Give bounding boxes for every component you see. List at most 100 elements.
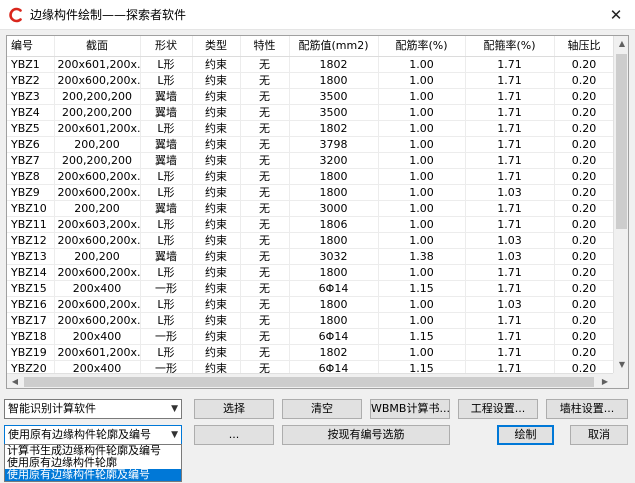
column-header-id[interactable]: 编号 <box>7 36 55 57</box>
cell-type: 约束 <box>192 56 241 73</box>
table-row[interactable]: YBZ15 200x400 一形 约束无 6Φ14 1.15 1.71 0.20 <box>7 280 615 297</box>
cell-axial-ratio: 0.20 <box>554 88 615 105</box>
cell-stirrup-ratio: 1.71 <box>465 72 555 89</box>
chevron-down-icon: ▼ <box>171 430 178 440</box>
cell-section: 200,200,200 <box>54 104 141 121</box>
cell-stirrup-ratio: 1.03 <box>465 184 555 201</box>
cell-id: YBZ13 <box>7 248 55 265</box>
cell-section: 200,200 <box>54 248 141 265</box>
cell-shape: 翼墙 <box>140 152 193 169</box>
table-row[interactable]: YBZ11 200x603,200x... L形 约束无 1806 1.00 1.71 0.2… <box>7 216 615 233</box>
cell-id: YBZ4 <box>7 104 55 121</box>
table-row[interactable]: YBZ14 200x600,200x... L形 约束无 1800 1.00 1.71 0.2… <box>7 264 615 281</box>
cell-shape: 翼墙 <box>140 104 193 121</box>
table-row[interactable]: YBZ2 200x600,200x... L形 约束无 1800 1.00 1.71 0.20 <box>7 72 615 89</box>
cell-stirrup-ratio: 1.71 <box>465 344 555 361</box>
cell-axial-ratio: 0.20 <box>554 168 615 185</box>
table-row[interactable]: YBZ3 200,200,200 翼墙 约束无 3500 1.00 1.71 0.20 <box>7 88 615 105</box>
scroll-left-icon[interactable]: ◀ <box>7 374 23 388</box>
cancel-button[interactable]: 取消 <box>570 425 628 445</box>
recognize-software-combo[interactable]: 智能识别计算软件 ▼ <box>4 399 182 419</box>
select-rebar-by-id-button[interactable]: 按现有编号选筋 <box>282 425 450 445</box>
table-row[interactable]: YBZ6 200,200 翼墙 约束无 3798 1.00 1.71 0.20 <box>7 136 615 153</box>
dropdown-option-selected[interactable]: 使用原有边缘构件轮廓及编号 <box>5 469 181 481</box>
draw-button[interactable]: 绘制 <box>497 425 554 445</box>
cell-shape: L形 <box>140 296 193 313</box>
column-header-type[interactable]: 类型 <box>192 36 241 57</box>
table-row[interactable]: YBZ13 200,200 翼墙 约束无 3032 1.38 1.03 0.20 <box>7 248 615 265</box>
horizontal-scroll-thumb[interactable] <box>24 377 594 387</box>
cell-rebar-ratio: 1.00 <box>378 296 466 313</box>
cell-section: 200x601,200x... <box>54 344 141 361</box>
contour-source-combo[interactable]: 使用原有边缘构件轮廓及编号 ▼ <box>4 425 182 445</box>
cell-id: YBZ8 <box>7 168 55 185</box>
cell-stirrup-ratio: 1.71 <box>465 152 555 169</box>
column-header-rebar-area[interactable]: 配筋值(mm2) <box>289 36 379 57</box>
table-row[interactable]: YBZ18 200x400 一形 约束无 6Φ14 1.15 1.71 0.20 <box>7 328 615 345</box>
table-header-row: 编号 截面 形状 类型 特性 配筋值(mm2) 配筋率(%) 配箍率(%) 轴压… <box>7 36 615 57</box>
cell-rebar-area: 1800 <box>289 312 379 329</box>
select-button[interactable]: 选择 <box>194 399 274 419</box>
table-row[interactable]: YBZ19 200x601,200x... L形 约束无 1802 1.00 1.71 0.2… <box>7 344 615 361</box>
table-row[interactable]: YBZ10 200,200 翼墙 约束无 3000 1.00 1.71 0.20 <box>7 200 615 217</box>
table-row[interactable]: YBZ5 200x601,200x... L形 约束无 1802 1.00 1.71 0.20 <box>7 120 615 137</box>
cell-section: 200,200,200 <box>54 88 141 105</box>
vertical-scroll-thumb[interactable] <box>616 54 627 229</box>
close-icon[interactable]: ✕ <box>603 4 629 26</box>
cell-property: 无 <box>240 184 290 201</box>
cell-axial-ratio: 0.20 <box>554 344 615 361</box>
cell-property: 无 <box>240 88 290 105</box>
browse-button[interactable]: ... <box>194 425 274 445</box>
project-settings-button[interactable]: 工程设置... <box>458 399 538 419</box>
cell-section: 200x600,200x... <box>54 232 141 249</box>
cell-property: 无 <box>240 72 290 89</box>
table-row[interactable]: YBZ12 200x600,200x... L形 约束无 1800 1.00 1.03 0.2… <box>7 232 615 249</box>
scroll-up-icon[interactable]: ▲ <box>614 36 628 52</box>
table-row[interactable]: YBZ8 200x600,200x... L形 约束无 1800 1.00 1.71 0.20 <box>7 168 615 185</box>
cell-stirrup-ratio: 1.03 <box>465 248 555 265</box>
table-row[interactable]: YBZ9 200x600,200x... L形 约束无 1800 1.00 1.03 0.20 <box>7 184 615 201</box>
component-grid: 编号 截面 形状 类型 特性 配筋值(mm2) 配筋率(%) 配箍率(%) 轴压… <box>7 36 615 388</box>
column-header-section[interactable]: 截面 <box>54 36 141 57</box>
cell-axial-ratio: 0.20 <box>554 120 615 137</box>
horizontal-scrollbar[interactable]: ◀ ▶ <box>7 373 613 388</box>
scrollbar-corner <box>613 373 628 388</box>
column-header-stirrup-ratio[interactable]: 配箍率(%) <box>465 36 555 57</box>
table-row[interactable]: YBZ17 200x600,200x... L形 约束无 1800 1.00 1.71 0.2… <box>7 312 615 329</box>
cell-section: 200x603,200x... <box>54 216 141 233</box>
cell-id: YBZ10 <box>7 200 55 217</box>
cell-section: 200x600,200x... <box>54 184 141 201</box>
cell-stirrup-ratio: 1.71 <box>465 216 555 233</box>
table-row[interactable]: YBZ1 200x601,200x... L形 约束无 1802 1.00 1.71 0.20 <box>7 56 615 73</box>
column-header-rebar-ratio[interactable]: 配筋率(%) <box>378 36 466 57</box>
cell-type: 约束 <box>192 248 241 265</box>
cell-rebar-area: 3200 <box>289 152 379 169</box>
column-header-shape[interactable]: 形状 <box>140 36 193 57</box>
cell-rebar-area: 3032 <box>289 248 379 265</box>
cell-shape: 一形 <box>140 328 193 345</box>
recognize-software-value: 智能识别计算软件 <box>8 402 96 415</box>
vertical-scrollbar[interactable]: ▲ ▼ <box>613 36 628 373</box>
cell-axial-ratio: 0.20 <box>554 264 615 281</box>
cell-section: 200x600,200x... <box>54 264 141 281</box>
cell-rebar-area: 3000 <box>289 200 379 217</box>
clear-button[interactable]: 清空 <box>282 399 362 419</box>
table-row[interactable]: YBZ16 200x600,200x... L形 约束无 1800 1.00 1.03 0.2… <box>7 296 615 313</box>
cell-id: YBZ17 <box>7 312 55 329</box>
cell-section: 200x600,200x... <box>54 296 141 313</box>
cell-type: 约束 <box>192 104 241 121</box>
cell-stirrup-ratio: 1.03 <box>465 296 555 313</box>
column-header-property[interactable]: 特性 <box>240 36 290 57</box>
cell-shape: 翼墙 <box>140 88 193 105</box>
column-header-axial-ratio[interactable]: 轴压比 <box>554 36 615 57</box>
table-row[interactable]: YBZ4 200,200,200 翼墙 约束无 3500 1.00 1.71 0.20 <box>7 104 615 121</box>
cell-property: 无 <box>240 56 290 73</box>
cell-axial-ratio: 0.20 <box>554 200 615 217</box>
cell-stirrup-ratio: 1.71 <box>465 56 555 73</box>
scroll-right-icon[interactable]: ▶ <box>597 374 613 388</box>
table-row[interactable]: YBZ7 200,200,200 翼墙 约束无 3200 1.00 1.71 0.20 <box>7 152 615 169</box>
wall-column-settings-button[interactable]: 墙柱设置... <box>546 399 628 419</box>
scroll-down-icon[interactable]: ▼ <box>614 357 628 373</box>
cell-shape: L形 <box>140 232 193 249</box>
wbmb-report-button[interactable]: WBMB计算书... <box>370 399 450 419</box>
